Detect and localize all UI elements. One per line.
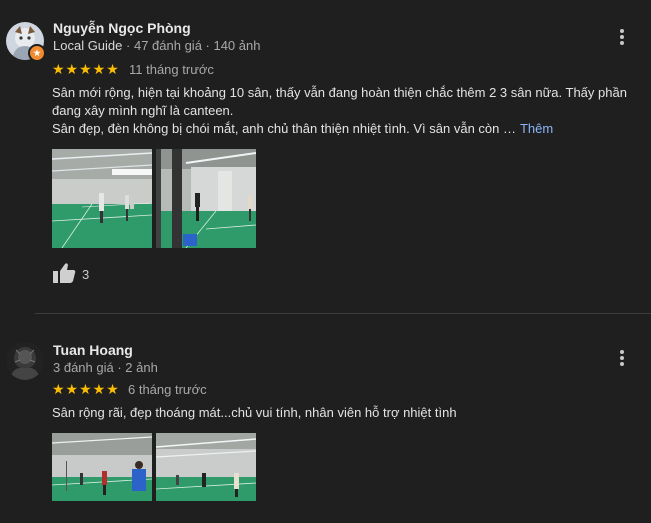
reviewer-stats: 3 đánh giá · 2 ảnh bbox=[53, 360, 158, 375]
reviewer-meta-separator: · bbox=[126, 38, 134, 53]
review-text-line: Sân đẹp, đèn không bị chói mắt, anh chủ … bbox=[52, 120, 632, 138]
review-photo[interactable] bbox=[52, 433, 152, 501]
reviewer-meta: Local Guide · 47 đánh giá · 140 ảnh bbox=[53, 38, 260, 53]
review-card: Nguyễn Ngọc Phòng Local Guide · 47 đánh … bbox=[0, 0, 651, 313]
review-text-line: Sân mới rộng, hiện tại khoảng 10 sân, th… bbox=[52, 85, 627, 100]
star-rating: ★★★★★ bbox=[52, 61, 120, 77]
reviewer-name[interactable]: Tuan Hoang bbox=[53, 342, 133, 358]
review-text-line-content: Sân đẹp, đèn không bị chói mắt, anh chủ … bbox=[52, 121, 516, 136]
review-text: Sân mới rộng, hiện tại khoảng 10 sân, th… bbox=[52, 84, 632, 138]
more-link[interactable]: Thêm bbox=[520, 121, 553, 136]
reviewer-name[interactable]: Nguyễn Ngọc Phòng bbox=[53, 20, 191, 36]
review-photo[interactable] bbox=[52, 149, 152, 248]
more-vert-icon[interactable] bbox=[614, 348, 630, 368]
review-text-line: Sân rộng rãi, đẹp thoáng mát...chủ vui t… bbox=[52, 405, 457, 420]
review-date: 6 tháng trước bbox=[128, 382, 207, 397]
thumbs-up-icon[interactable] bbox=[52, 262, 76, 289]
review-photo[interactable] bbox=[156, 149, 256, 248]
review-card: Tuan Hoang 3 đánh giá · 2 ảnh ★★★★★ 6 th… bbox=[0, 314, 651, 523]
reviewer-stats: 47 đánh giá · 140 ảnh bbox=[133, 38, 261, 53]
review-photo[interactable] bbox=[156, 433, 256, 501]
review-text-line: đang xây mình nghĩ là canteen. bbox=[52, 103, 234, 118]
review-date: 11 tháng trước bbox=[129, 62, 214, 77]
review-text: Sân rộng rãi, đẹp thoáng mát...chủ vui t… bbox=[52, 404, 632, 422]
avatar[interactable] bbox=[6, 342, 44, 380]
more-vert-icon[interactable] bbox=[614, 27, 630, 47]
like-count: 3 bbox=[82, 267, 90, 282]
star-rating: ★★★★★ bbox=[52, 381, 120, 397]
local-guide-badge-icon bbox=[28, 44, 46, 62]
local-guide-label: Local Guide bbox=[53, 38, 123, 53]
